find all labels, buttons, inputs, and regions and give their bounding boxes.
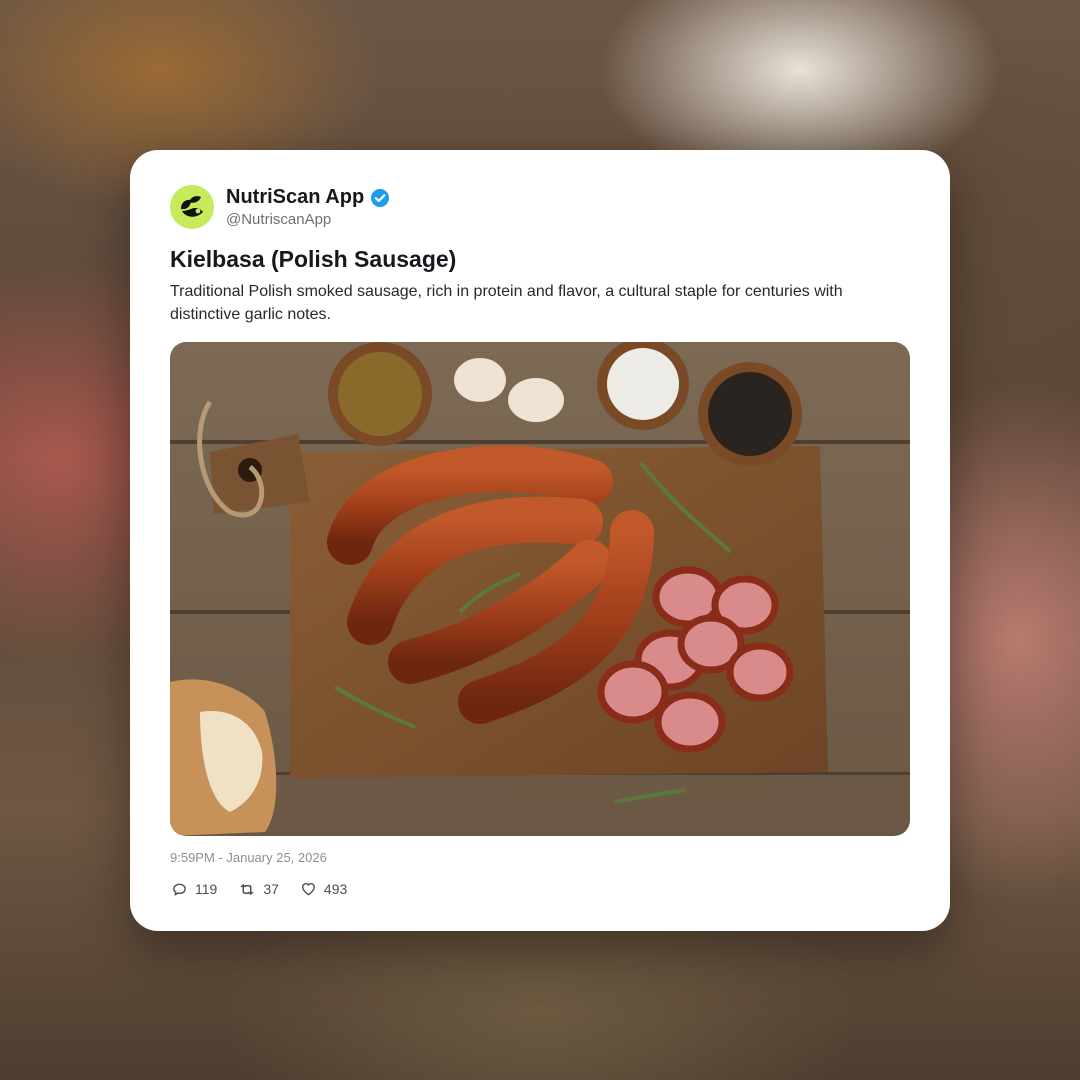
name-row: NutriScan App [226, 186, 390, 209]
post-header: NutriScan App @NutriscanApp [170, 185, 390, 229]
avatar[interactable] [170, 185, 214, 229]
reply-count: 119 [195, 881, 218, 897]
retweet-icon [241, 883, 254, 895]
verified-badge-icon [370, 188, 390, 208]
reply-button[interactable]: 119 [172, 881, 217, 897]
post-description: Traditional Polish smoked sausage, rich … [170, 283, 843, 323]
post-title: Kielbasa (Polish Sausage) [170, 246, 457, 272]
engagement-stats: 119 37 493 [172, 881, 369, 897]
leaf-logo-icon [181, 196, 203, 217]
like-button[interactable]: 493 [301, 881, 347, 897]
account-name[interactable]: NutriScan App [226, 186, 364, 209]
retweet-button[interactable]: 37 [239, 881, 279, 897]
heart-icon [301, 882, 315, 896]
post-card: NutriScan App @NutriscanApp Kielbasa (Po… [130, 150, 950, 931]
comment-icon [173, 883, 186, 895]
retweet-count: 37 [263, 881, 279, 897]
post-image[interactable] [170, 342, 910, 836]
kielbasa-photo [170, 342, 910, 836]
post-timestamp: 9:59PM - January 25, 2026 [170, 850, 327, 865]
account-handle[interactable]: @NutriscanApp [226, 211, 390, 228]
like-count: 493 [323, 881, 348, 897]
account-names: NutriScan App @NutriscanApp [226, 186, 390, 228]
